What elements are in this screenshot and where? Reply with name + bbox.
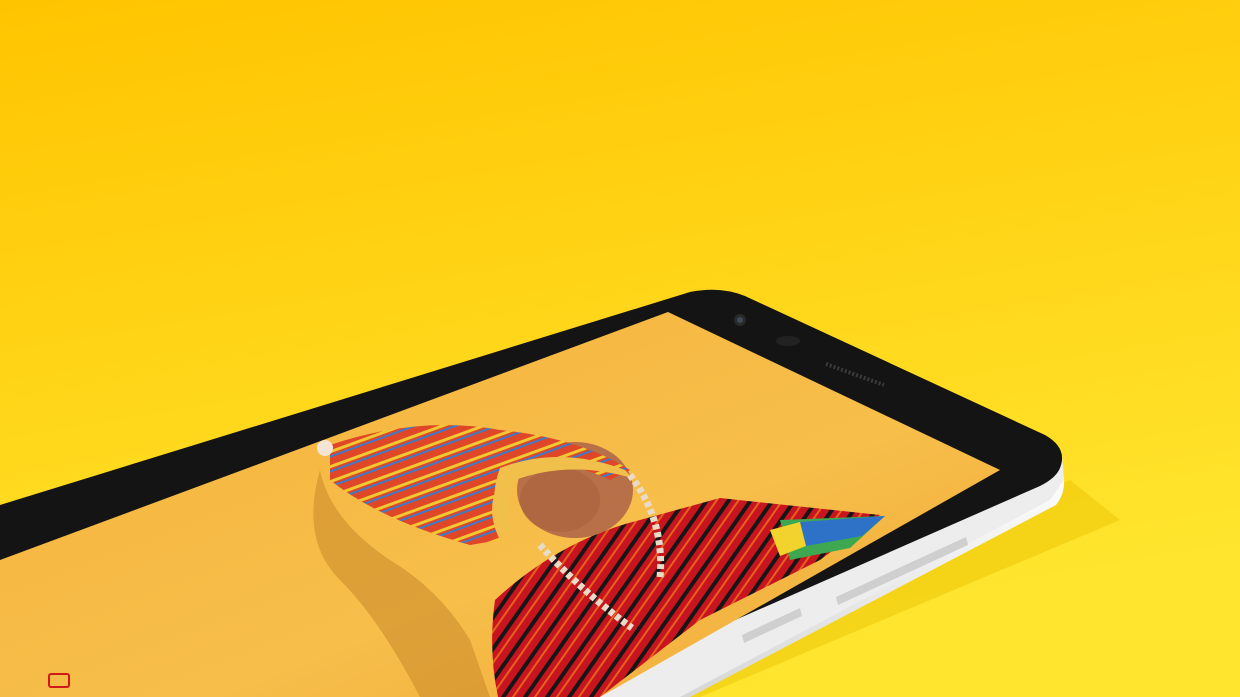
child-face-shade (520, 468, 600, 532)
scene-svg (0, 0, 1240, 697)
product-photo (0, 0, 1240, 697)
sensor-icon (776, 336, 800, 346)
camera-lens-icon (734, 314, 746, 326)
hat-pompom (317, 440, 333, 456)
